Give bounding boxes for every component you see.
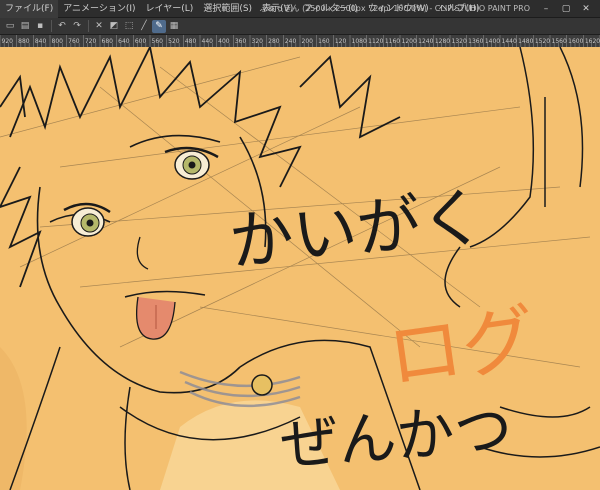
ruler-label: 1160: [385, 38, 400, 45]
new-file-icon[interactable]: ▭: [3, 20, 17, 33]
ruler-label: 1280: [435, 38, 450, 45]
redo-icon[interactable]: ↷: [70, 20, 84, 33]
toolbar-divider: [88, 20, 89, 32]
ruler-label: 1240: [418, 38, 433, 45]
fill-icon[interactable]: ◩: [107, 20, 121, 33]
ruler-ticks: 920 880 840 800 760 720 680 640 600 560 520 480 440 4…: [0, 35, 600, 47]
drawing-canvas[interactable]: かいがく ログ ぜんかつ: [0, 47, 600, 490]
handwritten-text-2: ぜんかつ: [278, 395, 514, 479]
ruler-label: 720: [85, 38, 97, 45]
ruler-label: 200: [302, 38, 314, 45]
ruler-label: 1120: [368, 38, 383, 45]
ruler-label: 680: [102, 38, 114, 45]
transform-icon[interactable]: ⬚: [122, 20, 136, 33]
ruler-label: 1480: [518, 38, 533, 45]
ruler-label: 1080: [352, 38, 367, 45]
handwritten-text-orange: ログ: [383, 295, 542, 401]
ruler-label: 840: [35, 38, 47, 45]
ruler-label: 1360: [468, 38, 483, 45]
save-icon[interactable]: ▪: [33, 20, 47, 33]
ruler-label: 1520: [535, 38, 550, 45]
ruler-label: 800: [52, 38, 64, 45]
toolbar-divider: [51, 20, 52, 32]
ruler-label: 520: [168, 38, 180, 45]
menu-selection[interactable]: 選択範囲(S): [198, 0, 257, 18]
ruler-label: 1200: [402, 38, 417, 45]
menu-bar: ファイル(F) アニメーション(I) レイヤー(L) 選択範囲(S) 表示(V)…: [0, 0, 600, 18]
ruler-label: 320: [252, 38, 264, 45]
menu-animation[interactable]: アニメーション(I): [58, 0, 140, 18]
ruler-label: 360: [235, 38, 247, 45]
minimize-icon[interactable]: –: [536, 0, 556, 18]
clip-studio-window: ファイル(F) アニメーション(I) レイヤー(L) 選択範囲(S) 表示(V)…: [0, 0, 600, 490]
command-bar: ▭ ▤ ▪ ↶ ↷ ✕ ◩ ⬚ ╱ ✎ ▦: [0, 18, 600, 35]
ruler-label: 1620: [585, 38, 600, 45]
clear-icon[interactable]: ✕: [92, 20, 106, 33]
pen-icon[interactable]: ╱: [137, 20, 151, 33]
menu-file[interactable]: ファイル(F): [0, 0, 59, 18]
ruler-label: 240: [285, 38, 297, 45]
maximize-icon[interactable]: ▢: [556, 0, 576, 18]
menu-layer[interactable]: レイヤー(L): [141, 0, 199, 18]
ruler-label: 400: [218, 38, 230, 45]
ruler-label: 880: [18, 38, 30, 45]
ruler-label: 480: [185, 38, 197, 45]
ruler-label: 560: [152, 38, 164, 45]
open-icon[interactable]: ▤: [18, 20, 32, 33]
ruler-label: 1440: [502, 38, 517, 45]
window-controls: – ▢ ✕: [536, 0, 596, 18]
grid-icon[interactable]: ▦: [167, 20, 181, 33]
ruler-label: 1320: [452, 38, 467, 45]
artwork: かいがく ログ ぜんかつ: [0, 47, 600, 490]
ruler-label: 1600: [568, 38, 583, 45]
ruler-label: 600: [135, 38, 147, 45]
brush-icon[interactable]: ✎: [152, 19, 166, 33]
ruler-label: 280: [268, 38, 280, 45]
undo-icon[interactable]: ↶: [55, 20, 69, 33]
close-icon[interactable]: ✕: [576, 0, 596, 18]
window-title: ふぁっきん (2500 x 2500px 72dpi 100.0%) - CLI…: [259, 4, 530, 13]
ruler-label: 1400: [485, 38, 500, 45]
ruler-label: 440: [202, 38, 214, 45]
ruler-label: 120: [335, 38, 347, 45]
collar-buckle: [251, 374, 273, 396]
ruler-label: 920: [2, 38, 14, 45]
ruler-label: 160: [318, 38, 330, 45]
ruler-label: 760: [68, 38, 80, 45]
ruler-label: 640: [118, 38, 130, 45]
ruler-label: 1560: [552, 38, 567, 45]
